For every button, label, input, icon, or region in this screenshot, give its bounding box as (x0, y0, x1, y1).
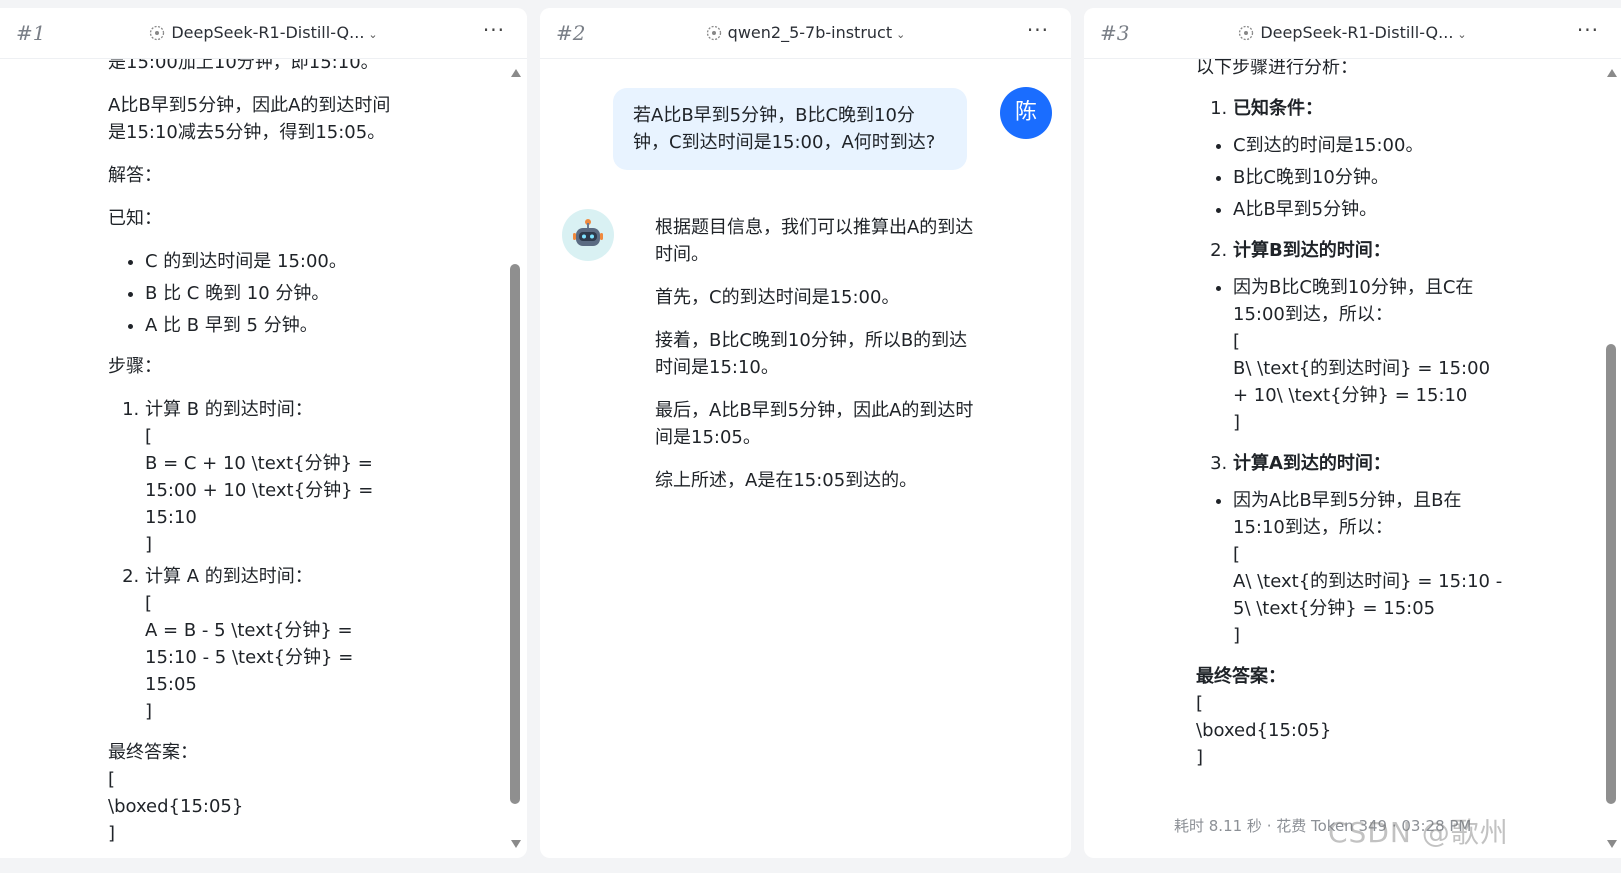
more-options-icon[interactable]: ··· (1027, 18, 1049, 42)
known-label: 已知： (108, 208, 162, 229)
latex-formula: A = B - 5 \text{分钟} = 15:10 - 5 \text{分钟… (145, 620, 354, 695)
bot-paragraph: 最后，A比B早到5分钟，因此A的到达时间是15:05。 (655, 400, 974, 448)
final-label: 最终答案： (1196, 666, 1286, 687)
model-icon (149, 25, 165, 45)
model-selector[interactable]: DeepSeek-R1-Distill-Q... ⌄ (0, 23, 527, 45)
model-icon (706, 25, 722, 45)
list-item: 因为A比B早到5分钟，且B在15:10到达，所以： [ A\ \text{的到达… (1233, 487, 1506, 649)
scroll-down-arrow-icon[interactable] (1607, 840, 1617, 848)
chevron-down-icon: ⌄ (1457, 28, 1467, 41)
user-message: 若A比B早到5分钟，B比C晚到10分钟，C到达时间是15:00，A何时到达? (613, 88, 967, 170)
latex-bracket: ] (1196, 747, 1204, 768)
list-item: B 比 C 晚到 10 分钟。 (145, 280, 408, 307)
model-selector[interactable]: qwen2_5-7b-instruct ⌄ (540, 23, 1071, 45)
panel-header: #1 DeepSeek-R1-Distill-Q... ⌄ ··· (0, 8, 527, 59)
scroll-up-arrow-icon[interactable] (1607, 69, 1617, 77)
more-options-icon[interactable]: ··· (1577, 18, 1599, 42)
detail-text: 因为B比C晚到10分钟，且C在15:00到达，所以： (1233, 277, 1474, 325)
chevron-down-icon: ⌄ (368, 28, 378, 41)
panel-content: 是15:00加上10分钟，即15:10。 A比B早到5分钟，因此A的到达时间是1… (0, 59, 527, 858)
latex-formula: A\ \text{的到达时间} = 15:10 - 5\ \text{分钟} =… (1233, 571, 1503, 619)
steps-list: 计算 B 的到达时间： [ B = C + 10 \text{分钟} = 15:… (108, 396, 405, 725)
bot-paragraph: 首先，C的到达时间是15:00。 (655, 287, 900, 308)
latex-formula: B\ \text{的到达时间} = 15:00 + 10\ \text{分钟} … (1233, 358, 1491, 406)
list-item: C 的到达时间是 15:00。 (145, 248, 408, 275)
scrollbar[interactable] (1604, 59, 1618, 858)
detail-list: 因为A比B早到5分钟，且B在15:10到达，所以： [ A\ \text{的到达… (1196, 487, 1506, 649)
section-heading: 计算A到达的时间： (1233, 450, 1506, 477)
bot-paragraph: 根据题目信息，我们可以推算出A的到达时间。 (655, 217, 974, 265)
analysis-list: 已知条件： (1196, 95, 1506, 122)
compare-panel-2: #2 qwen2_5-7b-instruct ⌄ ··· 若A比B早到5分钟，B比… (540, 8, 1071, 858)
panel-header: #2 qwen2_5-7b-instruct ⌄ ··· (540, 8, 1071, 59)
compare-panel-1: #1 DeepSeek-R1-Distill-Q... ⌄ ··· 是15:00加… (0, 8, 527, 858)
model-name: DeepSeek-R1-Distill-Q... (1260, 23, 1454, 42)
list-item: C到达的时间是15:00。 (1233, 132, 1506, 159)
known-list: C到达的时间是15:00。 B比C晚到10分钟。 A比B早到5分钟。 (1196, 132, 1506, 223)
bot-paragraph: 接着，B比C晚到10分钟，所以B的到达时间是15:10。 (655, 330, 968, 378)
known-list: C 的到达时间是 15:00。 B 比 C 晚到 10 分钟。 A 比 B 早到… (108, 248, 408, 339)
scroll-up-arrow-icon[interactable] (511, 69, 521, 77)
more-options-icon[interactable]: ··· (483, 18, 505, 42)
latex-bracket: [ (1233, 331, 1241, 352)
latex-bracket: ] (145, 701, 153, 722)
latex-bracket: [ (1233, 544, 1241, 565)
section-heading: 已知条件： (1233, 95, 1506, 122)
analysis-list: 计算B到达的时间： (1196, 237, 1506, 264)
list-item: A 比 B 早到 5 分钟。 (145, 312, 408, 339)
section-heading: 计算B到达的时间： (1233, 237, 1506, 264)
scroll-down-arrow-icon[interactable] (511, 840, 521, 848)
scrollbar[interactable] (508, 59, 522, 858)
paragraph: A比B早到5分钟，因此A的到达时间是15:10减去5分钟，得到15:05。 (108, 95, 391, 143)
chevron-down-icon: ⌄ (896, 28, 906, 41)
latex-bracket: ] (145, 534, 153, 555)
scrollbar-thumb[interactable] (1606, 344, 1616, 804)
list-item: A比B早到5分钟。 (1233, 196, 1506, 223)
step-title: 计算 B 的到达时间： (145, 399, 313, 420)
watermark: CSDN @歌州 (1328, 816, 1509, 849)
final-answer: \boxed{15:05} (108, 796, 244, 817)
latex-bracket: [ (108, 769, 116, 790)
step-title: 计算 A 的到达时间： (145, 566, 313, 587)
step-item: 计算 B 的到达时间： [ B = C + 10 \text{分钟} = 15:… (145, 396, 405, 558)
latex-bracket: ] (108, 823, 116, 844)
detail-list: 因为B比C晚到10分钟，且C在15:00到达，所以： [ B\ \text{的到… (1196, 274, 1506, 436)
panel-content: 以下步骤进行分析： 已知条件： C到达的时间是15:00。 B比C晚到10分钟。… (1084, 59, 1621, 858)
latex-bracket: [ (1196, 693, 1204, 714)
latex-bracket: ] (1233, 412, 1241, 433)
model-name: DeepSeek-R1-Distill-Q... (171, 23, 365, 42)
steps-label: 步骤： (108, 356, 162, 377)
compare-panel-3: #3 DeepSeek-R1-Distill-Q... ⌄ ··· 以下步骤进行分… (1084, 8, 1621, 858)
latex-bracket: [ (145, 426, 153, 447)
chat-area: 若A比B早到5分钟，B比C晚到10分钟，C到达时间是15:00，A何时到达? 陈… (540, 59, 1071, 858)
scrollbar-thumb[interactable] (510, 264, 520, 804)
panel-header: #3 DeepSeek-R1-Distill-Q... ⌄ ··· (1084, 8, 1621, 59)
model-name: qwen2_5-7b-instruct (727, 23, 893, 42)
list-item: B比C晚到10分钟。 (1233, 164, 1506, 191)
partial-text: 是15:00加上10分钟，即15:10。 (108, 59, 379, 73)
model-selector[interactable]: DeepSeek-R1-Distill-Q... ⌄ (1084, 23, 1621, 45)
answer-label: 解答： (108, 165, 162, 186)
latex-bracket: ] (1233, 625, 1241, 646)
model-icon (1238, 25, 1254, 45)
final-label: 最终答案： (108, 742, 198, 763)
partial-text: 以下步骤进行分析： (1196, 59, 1358, 78)
list-item: 因为B比C晚到10分钟，且C在15:00到达，所以： [ B\ \text{的到… (1233, 274, 1506, 436)
bot-paragraph: 综上所述，A是在15:05到达的。 (655, 470, 918, 491)
bot-message: 根据题目信息，我们可以推算出A的到达时间。 首先，C的到达时间是15:00。 接… (655, 214, 975, 510)
bot-avatar-icon (562, 209, 614, 261)
final-answer: \boxed{15:05} (1196, 720, 1332, 741)
latex-formula: B = C + 10 \text{分钟} = 15:00 + 10 \text{… (145, 453, 374, 528)
analysis-list: 计算A到达的时间： (1196, 450, 1506, 477)
user-avatar: 陈 (1000, 87, 1052, 139)
step-item: 计算 A 的到达时间： [ A = B - 5 \text{分钟} = 15:1… (145, 563, 405, 725)
detail-text: 因为A比B早到5分钟，且B在15:10到达，所以： (1233, 490, 1462, 538)
latex-bracket: [ (145, 593, 153, 614)
